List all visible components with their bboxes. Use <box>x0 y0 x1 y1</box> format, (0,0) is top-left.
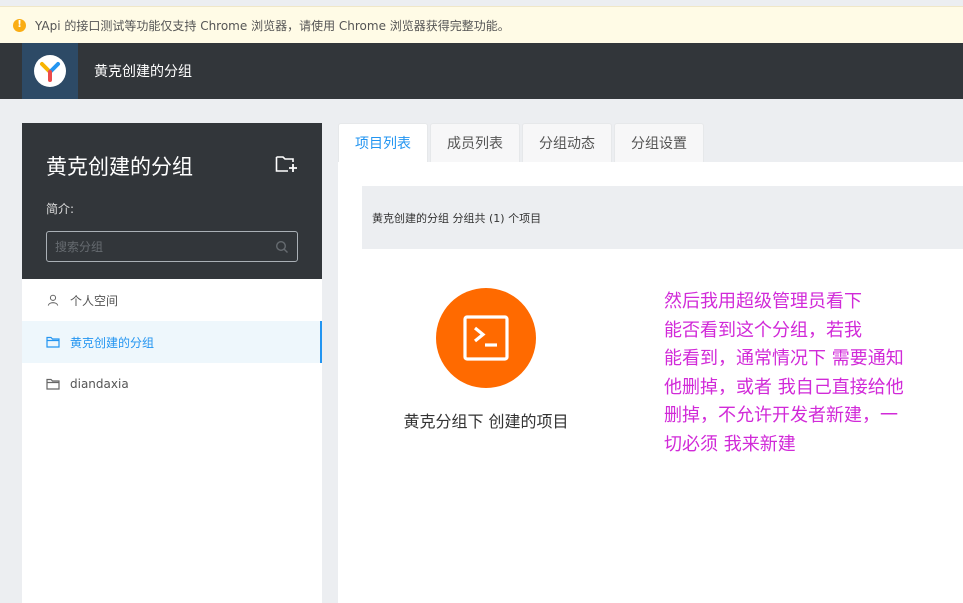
top-header: 黄克创建的分组 <box>0 43 963 99</box>
tab-member-list[interactable]: 成员列表 <box>430 123 520 162</box>
tab-content: 黄克创建的分组 分组共 (1) 个项目 黄克分组下 创建的项目 然后我用超级管理… <box>338 162 963 603</box>
folder-icon <box>46 336 60 348</box>
project-name: 黄克分组下 创建的项目 <box>403 412 569 431</box>
project-logo <box>436 288 536 388</box>
project-count-summary: 黄克创建的分组 分组共 (1) 个项目 <box>362 186 963 249</box>
group-tabs: 项目列表 成员列表 分组动态 分组设置 <box>338 123 706 162</box>
yapi-logo[interactable] <box>22 43 78 99</box>
group-intro-label: 简介: <box>46 202 75 216</box>
logo-icon <box>34 55 66 87</box>
group-info-panel: 黄克创建的分组 简介: <box>22 123 322 279</box>
annotation-line: 他删掉，或者 我自己直接给他 <box>664 376 904 398</box>
group-sidebar: 黄克创建的分组 简介: 个人空间 黄克创建的分组 di <box>22 123 322 603</box>
header-title: 黄克创建的分组 <box>94 64 192 80</box>
search-icon[interactable] <box>275 240 289 254</box>
annotation-note: 然后我用超级管理员看下 能否看到这个分组，若我 能看到，通常情况下 需要通知 他… <box>664 288 954 459</box>
annotation-line: 切必须 我来新建 <box>664 433 796 455</box>
sidebar-item-label: 黄克创建的分组 <box>70 335 155 350</box>
warning-icon: ! <box>13 18 26 32</box>
browser-warning-bar: ! YApi 的接口测试等功能仅支持 Chrome 浏览器，请使用 Chrome… <box>0 6 963 43</box>
sidebar-item-huangke-group[interactable]: 黄克创建的分组 <box>22 321 322 363</box>
tab-group-settings[interactable]: 分组设置 <box>614 123 704 162</box>
tab-project-list[interactable]: 项目列表 <box>338 123 428 162</box>
terminal-icon <box>463 315 509 361</box>
annotation-line: 删掉，不允许开发者新建，一 <box>664 405 898 426</box>
user-icon <box>47 294 59 306</box>
annotation-line: 能看到，通常情况下 需要通知 <box>664 348 904 369</box>
tab-group-activity[interactable]: 分组动态 <box>522 123 612 162</box>
warning-text: YApi 的接口测试等功能仅支持 Chrome 浏览器，请使用 Chrome 浏… <box>35 18 510 33</box>
group-title: 黄克创建的分组 <box>46 155 193 179</box>
folder-icon <box>46 378 60 390</box>
group-search-box <box>46 231 298 262</box>
project-card[interactable]: 黄克分组下 创建的项目 <box>386 288 586 438</box>
annotation-line: 然后我用超级管理员看下 <box>664 291 862 312</box>
sidebar-item-label: diandaxia <box>70 377 129 391</box>
sidebar-item-diandaxia[interactable]: diandaxia <box>22 363 322 405</box>
group-search-input[interactable] <box>55 239 275 254</box>
main-panel: 项目列表 成员列表 分组动态 分组设置 黄克创建的分组 分组共 (1) 个项目 … <box>338 123 963 603</box>
annotation-line: 能否看到这个分组，若我 <box>664 319 862 341</box>
sidebar-item-label: 个人空间 <box>70 293 119 308</box>
add-folder-icon[interactable] <box>275 154 299 174</box>
sidebar-item-personal-space[interactable]: 个人空间 <box>22 279 322 321</box>
